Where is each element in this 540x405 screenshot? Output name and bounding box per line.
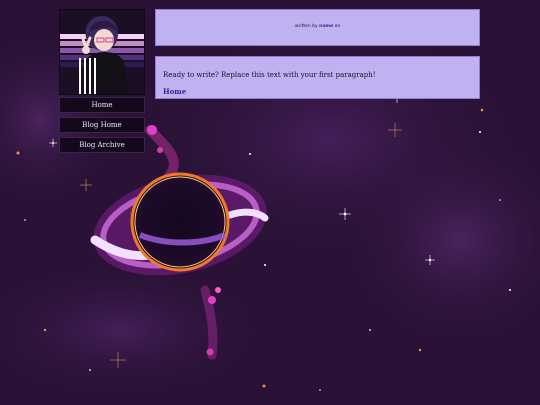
author-link[interactable]: name <box>319 24 333 29</box>
nav-blog-archive[interactable]: Blog Archive <box>59 137 145 153</box>
home-link[interactable]: Home <box>163 87 186 96</box>
post-panel: Ready to write? Replace this text with y… <box>155 56 480 99</box>
nav-blog-home[interactable]: Blog Home <box>59 117 145 133</box>
avatar <box>59 9 145 95</box>
byline-suffix: on <box>334 24 341 29</box>
byline-prefix: written by <box>294 24 318 29</box>
header-panel: written by name on <box>155 9 480 46</box>
post-paragraph: Ready to write? Replace this text with y… <box>163 71 376 79</box>
nav-home[interactable]: Home <box>59 97 145 113</box>
byline: written by name on <box>156 24 479 29</box>
